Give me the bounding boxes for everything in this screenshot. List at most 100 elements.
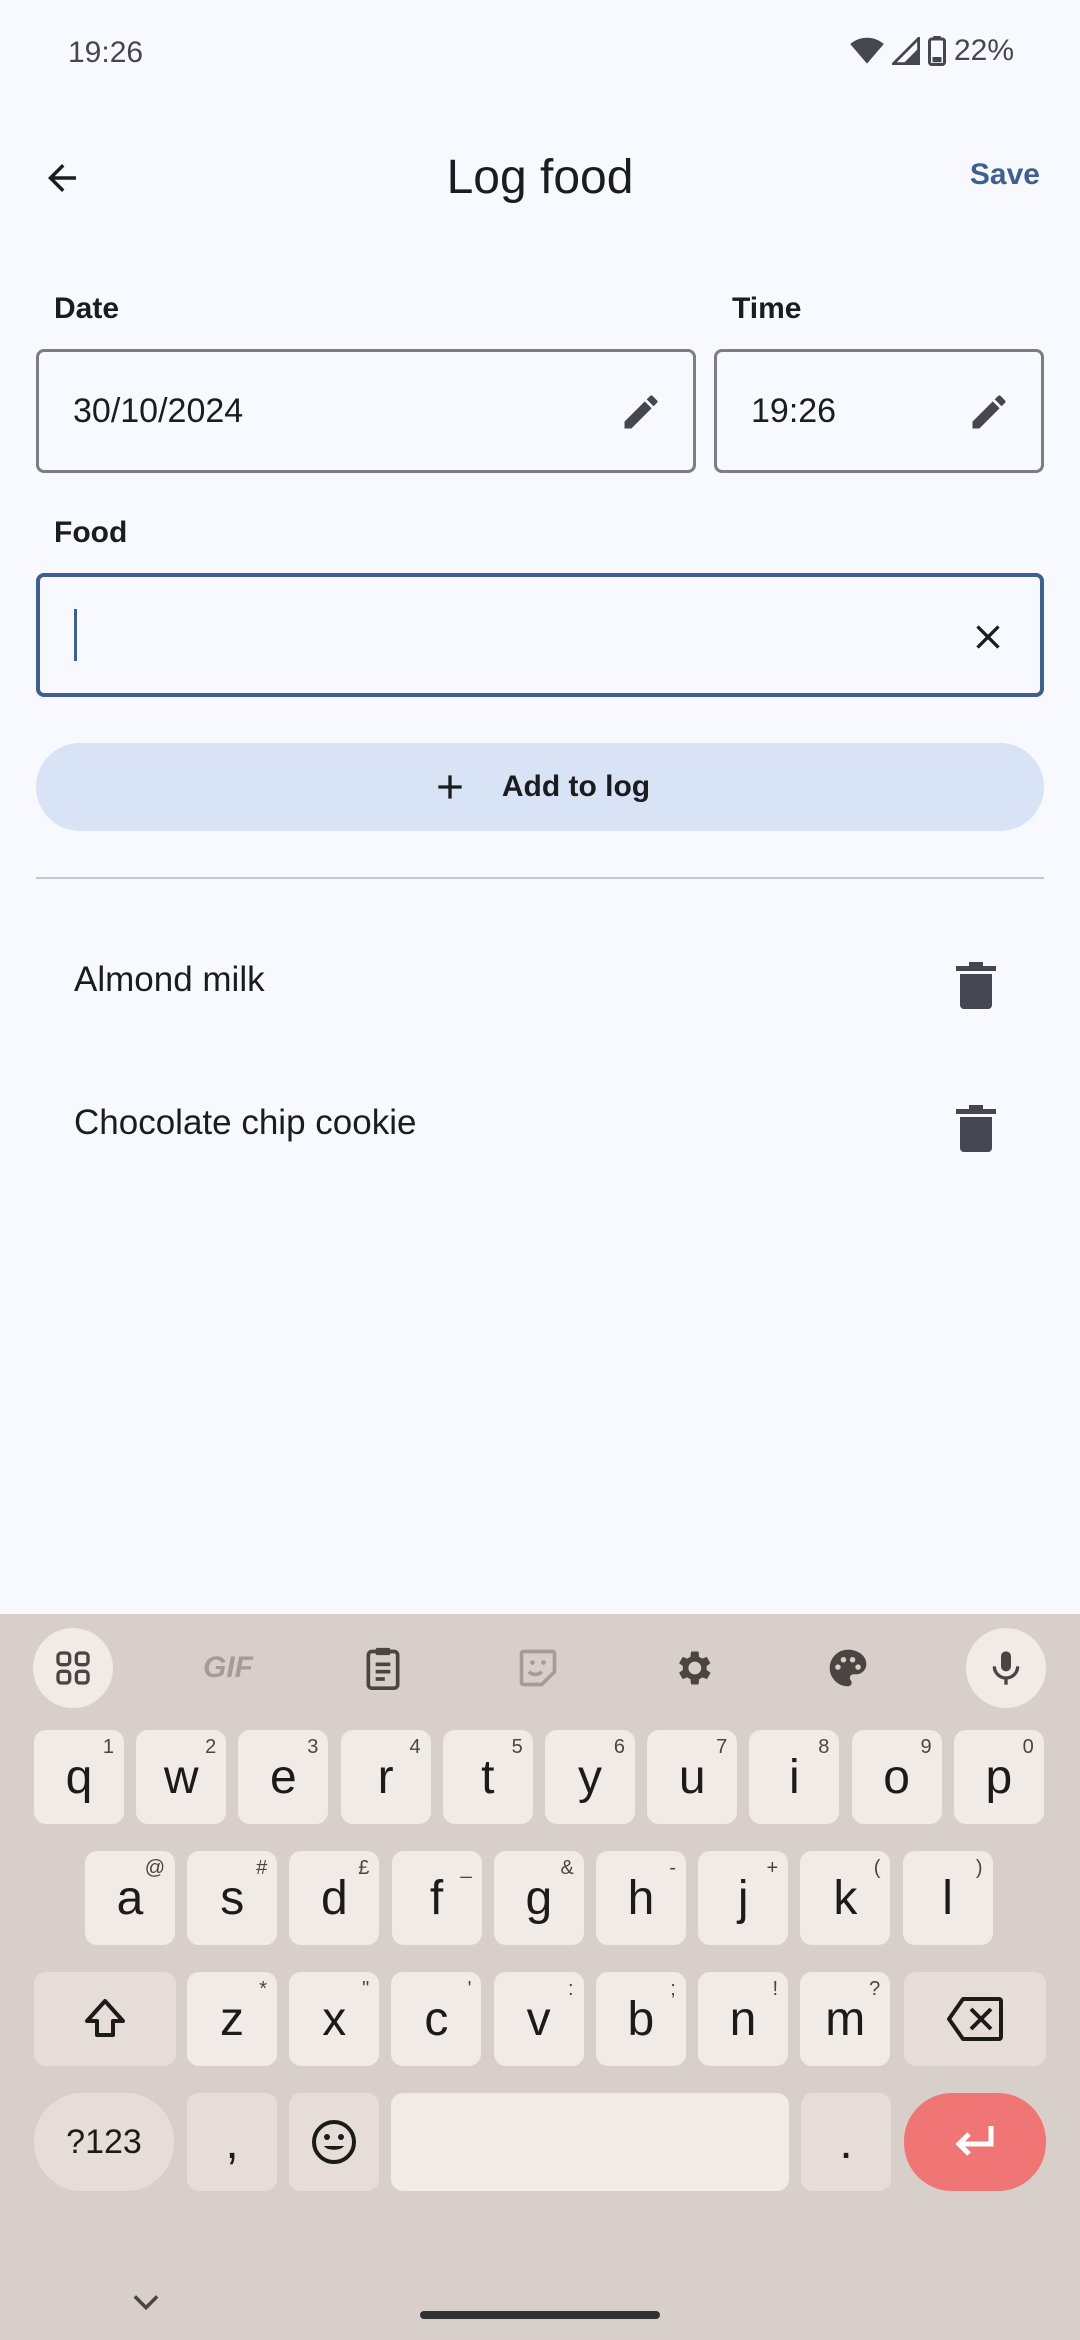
key-label: v — [526, 1992, 551, 2046]
key-label: q — [65, 1750, 93, 1804]
food-input[interactable] — [36, 573, 1044, 697]
gif-button[interactable]: GIF — [188, 1628, 268, 1708]
key-s[interactable]: s # — [187, 1851, 278, 1945]
key-hint: ' — [467, 1978, 472, 2000]
trash-icon — [956, 1105, 996, 1152]
comma-key[interactable]: , — [187, 2093, 277, 2191]
key-d[interactable]: d £ — [289, 1851, 380, 1945]
key-v[interactable]: v: — [493, 1972, 584, 2066]
key-b[interactable]: b; — [595, 1972, 686, 2066]
text-cursor — [74, 609, 77, 661]
key-hint: * — [259, 1978, 267, 2000]
enter-key[interactable] — [904, 2093, 1046, 2191]
key-label: z — [220, 1992, 244, 2046]
plus-icon — [438, 775, 462, 799]
key-hint: : — [568, 1978, 574, 2000]
key-label: t — [481, 1750, 495, 1804]
key-i[interactable]: i8 — [749, 1730, 840, 1824]
key-hint: @ — [144, 1857, 165, 1879]
key-hint: ( — [873, 1857, 881, 1879]
key-g[interactable]: g & — [493, 1851, 584, 1945]
key-f[interactable]: f _ — [391, 1851, 482, 1945]
key-p[interactable]: p0 — [953, 1730, 1044, 1824]
key-label: u — [678, 1750, 706, 1804]
key-hint: 6 — [613, 1736, 625, 1758]
key-a[interactable]: a @ — [85, 1851, 175, 1945]
key-n[interactable]: n! — [698, 1972, 788, 2066]
edit-date-button[interactable] — [611, 382, 671, 442]
key-label: n — [729, 1992, 757, 2046]
key-y[interactable]: y6 — [545, 1730, 635, 1824]
key-x[interactable]: x " — [289, 1972, 380, 2066]
list-item-label: Almond milk — [74, 960, 265, 999]
key-t[interactable]: t5 — [442, 1730, 533, 1824]
sticker-button[interactable] — [498, 1628, 578, 1708]
gesture-nav-handle[interactable] — [420, 2311, 660, 2319]
pencil-icon — [972, 395, 1006, 429]
keyboard-settings-button[interactable] — [653, 1628, 733, 1708]
palette-icon — [829, 1649, 867, 1687]
battery-percent: 22% — [953, 34, 1014, 67]
backspace-icon — [947, 1997, 1003, 2041]
key-e[interactable]: e3 — [238, 1730, 329, 1824]
key-hint: 3 — [307, 1736, 319, 1758]
key-hint: 9 — [920, 1736, 932, 1758]
shift-key[interactable] — [34, 1972, 176, 2066]
theme-button[interactable] — [808, 1628, 888, 1708]
sticker-icon — [519, 1649, 557, 1687]
emoji-key[interactable] — [289, 2093, 379, 2191]
key-z[interactable]: z * — [187, 1972, 277, 2066]
battery-icon — [927, 36, 946, 66]
key-hint: £ — [358, 1857, 370, 1879]
key-label: m — [825, 1992, 866, 2046]
key-o[interactable]: o9 — [851, 1730, 942, 1824]
key-hint: ; — [670, 1978, 676, 2000]
key-hint: _ — [460, 1857, 472, 1879]
clipboard-button[interactable] — [343, 1628, 423, 1708]
list-item: Almond milk — [36, 916, 1044, 1056]
chevron-down-icon — [133, 2295, 159, 2311]
grid-icon — [56, 1651, 90, 1685]
key-k[interactable]: k( — [800, 1851, 891, 1945]
key-label: b — [627, 1992, 655, 2046]
delete-button[interactable] — [944, 954, 1008, 1018]
backspace-key[interactable] — [904, 1972, 1046, 2066]
period-key[interactable]: . — [801, 2093, 891, 2191]
key-q[interactable]: q1 — [34, 1730, 124, 1824]
key-hint: 8 — [818, 1736, 830, 1758]
key-hint: # — [256, 1857, 268, 1879]
key-hint: ) — [975, 1857, 983, 1879]
shift-icon — [85, 1999, 125, 2037]
delete-button[interactable] — [944, 1097, 1008, 1161]
key-hint: + — [766, 1857, 779, 1879]
time-value: 19:26 — [751, 392, 837, 430]
time-label: Time — [732, 292, 802, 325]
key-hint: 0 — [1022, 1736, 1034, 1758]
add-to-log-button[interactable]: Add to log — [36, 743, 1044, 831]
key-r[interactable]: r4 — [340, 1730, 431, 1824]
key-u[interactable]: u7 — [647, 1730, 738, 1824]
symbols-key[interactable]: ?123 — [34, 2093, 174, 2191]
signal-icon — [891, 37, 920, 65]
key-hint: - — [669, 1857, 676, 1879]
date-field[interactable]: 30/10/2024 — [36, 349, 696, 473]
voice-input-button[interactable] — [966, 1628, 1046, 1708]
key-w[interactable]: w2 — [136, 1730, 227, 1824]
key-m[interactable]: m? — [800, 1972, 891, 2066]
time-field[interactable]: 19:26 — [714, 349, 1044, 473]
clear-food-button[interactable] — [956, 605, 1020, 669]
key-label: y — [578, 1750, 602, 1804]
hide-keyboard-button[interactable] — [126, 2282, 166, 2322]
edit-time-button[interactable] — [959, 382, 1019, 442]
key-h[interactable]: h- — [596, 1851, 686, 1945]
mic-icon — [992, 1651, 1020, 1685]
key-c[interactable]: c ' — [391, 1972, 482, 2066]
date-label: Date — [54, 292, 120, 325]
key-l[interactable]: l) — [902, 1851, 993, 1945]
keyboard-apps-button[interactable] — [33, 1628, 113, 1708]
key-j[interactable]: j + — [698, 1851, 789, 1945]
save-button[interactable]: Save — [970, 158, 1040, 192]
close-icon — [976, 625, 1000, 649]
key-label: l — [942, 1871, 953, 1925]
space-key[interactable] — [391, 2093, 789, 2191]
